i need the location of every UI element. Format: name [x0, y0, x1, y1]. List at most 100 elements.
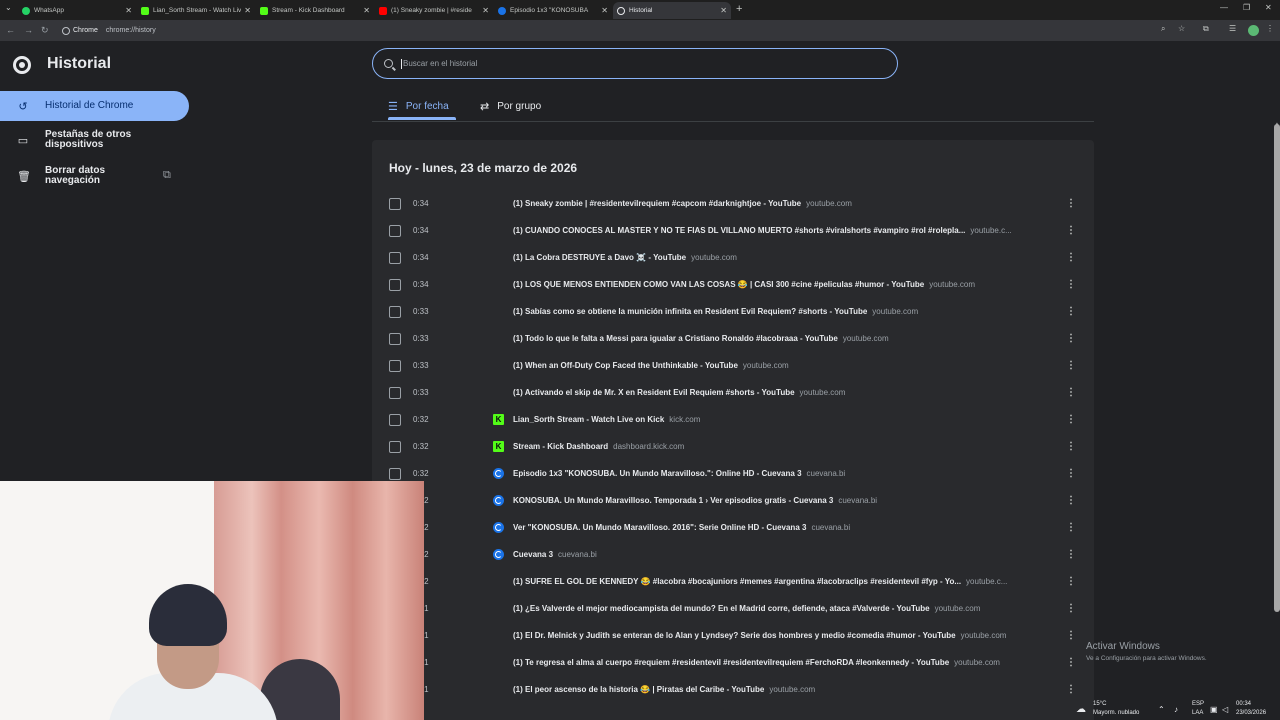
entry-checkbox[interactable] — [389, 197, 401, 210]
menu-kebab-icon[interactable]: ⋮ — [1266, 24, 1274, 33]
entry-title-link[interactable]: (1) SUFRE EL GOL DE KENNEDY 😂 #lacobra #… — [513, 577, 961, 586]
entry-title-link[interactable]: (1) Activando el skip de Mr. X en Reside… — [513, 388, 795, 397]
more-actions-icon[interactable]: ⋮ — [1066, 576, 1076, 587]
entry-title-link[interactable]: (1) When an Off-Duty Cop Faced the Unthi… — [513, 361, 738, 370]
history-entry[interactable]: 0:34 (1) La Cobra DESTRUYE a Davo ☠️ - Yo… — [372, 244, 1094, 271]
history-entry[interactable]: 0:34 (1) LOS QUE MENOS ENTIENDEN COMO VAN… — [372, 271, 1094, 298]
history-entry[interactable]: 0:32KONOSUBA. Un Mundo Maravilloso. Temp… — [372, 487, 1094, 514]
tab-search-icon[interactable]: ⌄ — [5, 3, 12, 12]
more-actions-icon[interactable]: ⋮ — [1066, 387, 1076, 398]
volume-icon[interactable]: ◁ — [1222, 705, 1228, 714]
microphone-icon[interactable]: ♪ — [1174, 705, 1178, 714]
entry-title-link[interactable]: (1) Todo lo que le falta a Messi para ig… — [513, 334, 838, 343]
entry-checkbox[interactable] — [389, 332, 401, 345]
entry-title-link[interactable]: (1) Sabías como se obtiene la munición i… — [513, 307, 867, 316]
reload-button[interactable]: ↻ — [41, 25, 49, 36]
history-entry[interactable]: 0:32Cuevana 3cuevana.bi⋮ — [372, 541, 1094, 568]
more-actions-icon[interactable]: ⋮ — [1066, 684, 1076, 695]
clock-date[interactable]: 23/03/2026 — [1236, 710, 1266, 716]
history-entry[interactable]: 0:32Ver "KONOSUBA. Un Mundo Maravilloso.… — [372, 514, 1094, 541]
more-actions-icon[interactable]: ⋮ — [1066, 549, 1076, 560]
new-tab-button[interactable]: + — [736, 3, 742, 15]
history-entry[interactable]: 0:32(1) SUFRE EL GOL DE KENNEDY 😂 #lacob… — [372, 568, 1094, 595]
history-entry[interactable]: 0:34 (1) Sneaky zombie | #residentevilreq… — [372, 190, 1094, 217]
history-entry[interactable]: 0:33 (1) Activando el skip de Mr. X en Re… — [372, 379, 1094, 406]
entry-title-link[interactable]: (1) La Cobra DESTRUYE a Davo ☠️ - YouTub… — [513, 253, 686, 262]
tab-by-date[interactable]: ☰ Por fecha — [388, 92, 456, 120]
entry-title-link[interactable]: (1) LOS QUE MENOS ENTIENDEN COMO VAN LAS… — [513, 280, 924, 289]
entry-title-link[interactable]: Stream - Kick Dashboard — [513, 442, 608, 451]
entry-checkbox[interactable] — [389, 467, 401, 480]
close-tab-icon[interactable]: ✕ — [244, 6, 251, 15]
browser-tab-whatsapp[interactable]: WhatsApp ✕ — [18, 2, 136, 19]
bookmark-star-icon[interactable]: ☆ — [1178, 24, 1185, 33]
zoom-icon[interactable]: ⌕ — [1161, 24, 1165, 34]
history-entry[interactable]: 0:33 (1) When an Off-Duty Cop Faced the U… — [372, 352, 1094, 379]
history-entry[interactable]: 0:32 Stream - Kick Dashboard dashboard.kic… — [372, 433, 1094, 460]
network-icon[interactable]: ▣ — [1210, 705, 1218, 714]
keyboard-layout[interactable]: LAA — [1192, 710, 1203, 716]
entry-checkbox[interactable] — [389, 440, 401, 453]
more-actions-icon[interactable]: ⋮ — [1066, 198, 1076, 209]
more-actions-icon[interactable]: ⋮ — [1066, 603, 1076, 614]
more-actions-icon[interactable]: ⋮ — [1066, 522, 1076, 533]
close-tab-icon[interactable]: ✕ — [125, 6, 132, 15]
entry-checkbox[interactable] — [389, 251, 401, 264]
sidebar-item-clear-data[interactable]: 🗑 Borrar datos navegación — [0, 162, 189, 190]
entry-checkbox[interactable] — [389, 413, 401, 426]
history-entry[interactable]: 0:31(1) El Dr. Melnick y Judith se enter… — [372, 622, 1094, 649]
browser-tab-youtube[interactable]: (1) Sneaky zombie | #reside ✕ — [375, 2, 493, 19]
profile-avatar[interactable] — [1248, 25, 1259, 36]
minimize-button[interactable]: — — [1220, 3, 1228, 12]
entry-title-link[interactable]: Ver "KONOSUBA. Un Mundo Maravilloso. 201… — [513, 523, 806, 532]
close-tab-icon[interactable]: ✕ — [482, 6, 489, 15]
more-actions-icon[interactable]: ⋮ — [1066, 252, 1076, 263]
entry-checkbox[interactable] — [389, 305, 401, 318]
customize-icon[interactable]: ☰ — [1229, 24, 1236, 33]
browser-tab-history[interactable]: Historial ✕ — [613, 2, 731, 19]
forward-button[interactable]: → — [24, 25, 33, 35]
entry-checkbox[interactable] — [389, 278, 401, 291]
history-entry[interactable]: 0:32 Episodio 1x3 "KONOSUBA. Un Mundo Mar… — [372, 460, 1094, 487]
scrollbar-thumb[interactable] — [1274, 124, 1280, 612]
extensions-icon[interactable]: ⧉ — [1203, 24, 1209, 34]
entry-title-link[interactable]: (1) ¿Es Valverde el mejor mediocampista … — [513, 604, 930, 613]
entry-title-link[interactable]: Episodio 1x3 "KONOSUBA. Un Mundo Maravil… — [513, 469, 802, 478]
more-actions-icon[interactable]: ⋮ — [1066, 495, 1076, 506]
maximize-button[interactable]: ❐ — [1243, 3, 1250, 12]
sidebar-item-other-devices[interactable]: ▭ Pestañas de otros dispositivos — [0, 126, 189, 154]
browser-tab-kick-dashboard[interactable]: Stream - Kick Dashboard ✕ — [256, 2, 374, 19]
history-entry[interactable]: 0:32 Lian_Sorth Stream - Watch Live on Ki… — [372, 406, 1094, 433]
history-search-input[interactable] — [403, 59, 853, 68]
more-actions-icon[interactable]: ⋮ — [1066, 333, 1076, 344]
entry-title-link[interactable]: (1) Te regresa el alma al cuerpo #requie… — [513, 658, 949, 667]
history-entry[interactable]: 0:33 (1) Todo lo que le falta a Messi par… — [372, 325, 1094, 352]
input-language[interactable]: ESP — [1192, 701, 1204, 707]
close-window-button[interactable]: ✕ — [1265, 3, 1272, 12]
more-actions-icon[interactable]: ⋮ — [1066, 360, 1076, 371]
more-actions-icon[interactable]: ⋮ — [1066, 630, 1076, 641]
history-search-box[interactable] — [372, 48, 898, 79]
more-actions-icon[interactable]: ⋮ — [1066, 225, 1076, 236]
browser-tab-kick-stream[interactable]: Lian_Sorth Stream - Watch Live ✕ — [137, 2, 255, 19]
more-actions-icon[interactable]: ⋮ — [1066, 279, 1076, 290]
history-entry[interactable]: 0:33 (1) Sabías como se obtiene la munici… — [372, 298, 1094, 325]
history-entry[interactable]: 0:31(1) El peor ascenso de la historia 😂… — [372, 676, 1094, 703]
more-actions-icon[interactable]: ⋮ — [1066, 441, 1076, 452]
tray-chevron-icon[interactable]: ⌃ — [1158, 705, 1165, 714]
more-actions-icon[interactable]: ⋮ — [1066, 306, 1076, 317]
history-entry[interactable]: 0:31(1) Te regresa el alma al cuerpo #re… — [372, 649, 1094, 676]
clock-time[interactable]: 00:34 — [1236, 701, 1251, 707]
entry-title-link[interactable]: Lian_Sorth Stream - Watch Live on Kick — [513, 415, 664, 424]
site-chip[interactable]: Chrome — [62, 26, 98, 35]
more-actions-icon[interactable]: ⋮ — [1066, 414, 1076, 425]
weather-icon[interactable]: ☁ — [1076, 704, 1086, 715]
external-link-icon[interactable]: ⧉ — [163, 169, 171, 182]
sidebar-item-chrome-history[interactable]: ↺ Historial de Chrome — [0, 91, 189, 121]
history-entry[interactable]: 0:31(1) ¿Es Valverde el mejor mediocampi… — [372, 595, 1094, 622]
entry-title-link[interactable]: Cuevana 3 — [513, 550, 553, 559]
close-tab-icon[interactable]: ✕ — [363, 6, 370, 15]
entry-checkbox[interactable] — [389, 359, 401, 372]
entry-title-link[interactable]: (1) El Dr. Melnick y Judith se enteran d… — [513, 631, 956, 640]
close-tab-icon[interactable]: ✕ — [720, 6, 727, 15]
